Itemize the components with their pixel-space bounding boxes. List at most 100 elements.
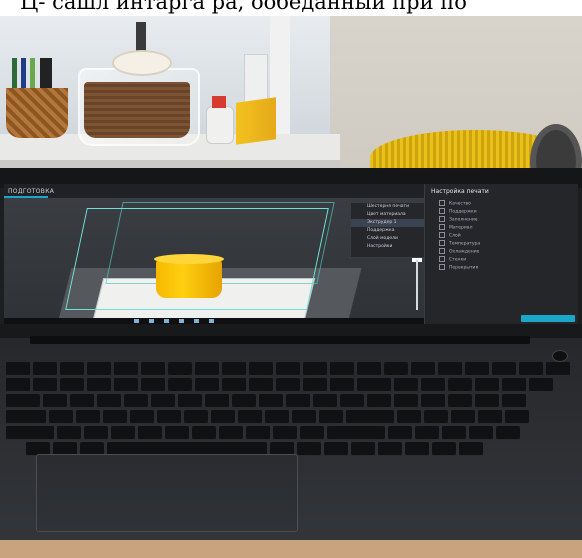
keyboard-key[interactable] bbox=[505, 410, 529, 424]
keyboard-key[interactable] bbox=[33, 378, 57, 392]
settings-row[interactable]: Стенки bbox=[425, 255, 578, 263]
layer-slider[interactable] bbox=[416, 260, 418, 310]
keyboard-key[interactable] bbox=[438, 362, 462, 376]
keyboard-key[interactable] bbox=[222, 378, 246, 392]
power-button[interactable] bbox=[552, 350, 568, 362]
keyboard-key[interactable] bbox=[103, 410, 127, 424]
keyboard-key[interactable] bbox=[70, 394, 94, 408]
taskbar-app-icon[interactable] bbox=[179, 319, 184, 323]
keyboard-key[interactable] bbox=[405, 442, 429, 456]
keyboard-key[interactable] bbox=[6, 410, 46, 424]
keyboard-key[interactable] bbox=[219, 426, 243, 440]
keyboard-key[interactable] bbox=[502, 394, 526, 408]
keyboard-key[interactable] bbox=[496, 426, 520, 440]
keyboard-key[interactable] bbox=[60, 362, 84, 376]
keyboard-key[interactable] bbox=[394, 394, 418, 408]
keyboard-key[interactable] bbox=[276, 378, 300, 392]
keyboard-key[interactable] bbox=[411, 362, 435, 376]
keyboard-key[interactable] bbox=[60, 378, 84, 392]
keyboard-key[interactable] bbox=[6, 378, 30, 392]
keyboard-key[interactable] bbox=[168, 378, 192, 392]
keyboard-key[interactable] bbox=[195, 378, 219, 392]
keyboard-key[interactable] bbox=[388, 426, 412, 440]
keyboard-key[interactable] bbox=[6, 426, 54, 440]
tab-prepare[interactable]: ПОДГОТОВКА bbox=[8, 188, 54, 195]
keyboard-key[interactable] bbox=[6, 362, 30, 376]
settings-row[interactable]: Температура bbox=[425, 239, 578, 247]
keyboard-key[interactable] bbox=[192, 426, 216, 440]
keyboard-key[interactable] bbox=[57, 426, 81, 440]
settings-row[interactable]: Заполнение bbox=[425, 215, 578, 223]
keyboard-key[interactable] bbox=[492, 362, 516, 376]
keyboard-key[interactable] bbox=[475, 378, 499, 392]
keyboard-key[interactable] bbox=[87, 378, 111, 392]
keyboard-key[interactable] bbox=[232, 394, 256, 408]
touchpad[interactable] bbox=[36, 454, 298, 532]
keyboard-key[interactable] bbox=[319, 410, 343, 424]
keyboard-key[interactable] bbox=[475, 394, 499, 408]
keyboard-key[interactable] bbox=[168, 362, 192, 376]
keyboard-key[interactable] bbox=[346, 410, 394, 424]
keyboard-key[interactable] bbox=[265, 410, 289, 424]
keyboard-key[interactable] bbox=[141, 378, 165, 392]
keyboard-key[interactable] bbox=[195, 362, 219, 376]
keyboard-key[interactable] bbox=[238, 410, 262, 424]
keyboard-key[interactable] bbox=[424, 410, 448, 424]
keyboard-key[interactable] bbox=[151, 394, 175, 408]
keyboard-key[interactable] bbox=[432, 442, 456, 456]
keyboard-key[interactable] bbox=[87, 362, 111, 376]
settings-row[interactable]: Материал bbox=[425, 223, 578, 231]
keyboard-key[interactable] bbox=[6, 394, 40, 408]
settings-row[interactable]: Слой bbox=[425, 231, 578, 239]
keyboard-key[interactable] bbox=[330, 378, 354, 392]
keyboard-key[interactable] bbox=[519, 362, 543, 376]
keyboard-key[interactable] bbox=[97, 394, 121, 408]
keyboard-key[interactable] bbox=[421, 394, 445, 408]
keyboard-key[interactable] bbox=[303, 362, 327, 376]
keyboard-key[interactable] bbox=[478, 410, 502, 424]
taskbar-app-icon[interactable] bbox=[164, 319, 169, 323]
keyboard-key[interactable] bbox=[330, 362, 354, 376]
settings-row[interactable]: Охлаждение bbox=[425, 247, 578, 255]
keyboard-key[interactable] bbox=[184, 410, 208, 424]
keyboard-key[interactable] bbox=[273, 426, 297, 440]
keyboard-key[interactable] bbox=[502, 378, 526, 392]
settings-row[interactable]: Перекрытия bbox=[425, 263, 578, 271]
keyboard-key[interactable] bbox=[114, 362, 138, 376]
slice-button[interactable] bbox=[521, 315, 575, 322]
keyboard-key[interactable] bbox=[276, 362, 300, 376]
keyboard-key[interactable] bbox=[442, 426, 466, 440]
keyboard-key[interactable] bbox=[49, 410, 73, 424]
keyboard-key[interactable] bbox=[351, 442, 375, 456]
keyboard-key[interactable] bbox=[286, 394, 310, 408]
keyboard-key[interactable] bbox=[300, 426, 324, 440]
settings-row[interactable]: Качество bbox=[425, 199, 578, 207]
keyboard-key[interactable] bbox=[384, 362, 408, 376]
keyboard-key[interactable] bbox=[141, 362, 165, 376]
keyboard-key[interactable] bbox=[297, 442, 321, 456]
keyboard-key[interactable] bbox=[138, 426, 162, 440]
keyboard-key[interactable] bbox=[111, 426, 135, 440]
keyboard-key[interactable] bbox=[529, 378, 553, 392]
taskbar-app-icon[interactable] bbox=[194, 319, 199, 323]
keyboard-key[interactable] bbox=[43, 394, 67, 408]
keyboard-key[interactable] bbox=[421, 378, 445, 392]
keyboard-key[interactable] bbox=[178, 394, 202, 408]
keyboard-key[interactable] bbox=[451, 410, 475, 424]
keyboard-key[interactable] bbox=[546, 362, 570, 376]
keyboard-key[interactable] bbox=[211, 410, 235, 424]
keyboard-key[interactable] bbox=[124, 394, 148, 408]
keyboard-key[interactable] bbox=[469, 426, 493, 440]
keyboard-key[interactable] bbox=[157, 410, 181, 424]
settings-row[interactable]: Поддержки bbox=[425, 207, 578, 215]
taskbar-app-icon[interactable] bbox=[134, 319, 139, 323]
keyboard-key[interactable] bbox=[259, 394, 283, 408]
keyboard-key[interactable] bbox=[367, 394, 391, 408]
3d-viewport[interactable]: Шестерня печати Цвет материала Экструдер… bbox=[4, 198, 438, 324]
keyboard-key[interactable] bbox=[249, 378, 273, 392]
keyboard-key[interactable] bbox=[303, 378, 327, 392]
keyboard-key[interactable] bbox=[448, 394, 472, 408]
keyboard-key[interactable] bbox=[76, 410, 100, 424]
keyboard-key[interactable] bbox=[205, 394, 229, 408]
keyboard-key[interactable] bbox=[292, 410, 316, 424]
